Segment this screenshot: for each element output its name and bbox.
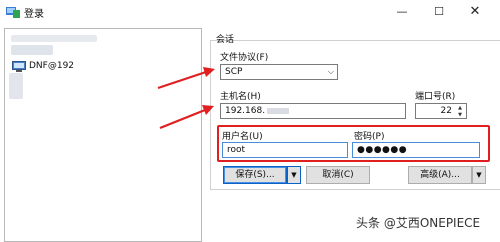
watermark-text: 头条 @艾西ONEPIECE xyxy=(356,216,481,230)
annotation-arrowhead xyxy=(203,67,215,77)
annotation-arrow xyxy=(159,108,206,130)
annotation-arrows xyxy=(157,67,215,130)
annotation-arrow xyxy=(157,70,207,90)
